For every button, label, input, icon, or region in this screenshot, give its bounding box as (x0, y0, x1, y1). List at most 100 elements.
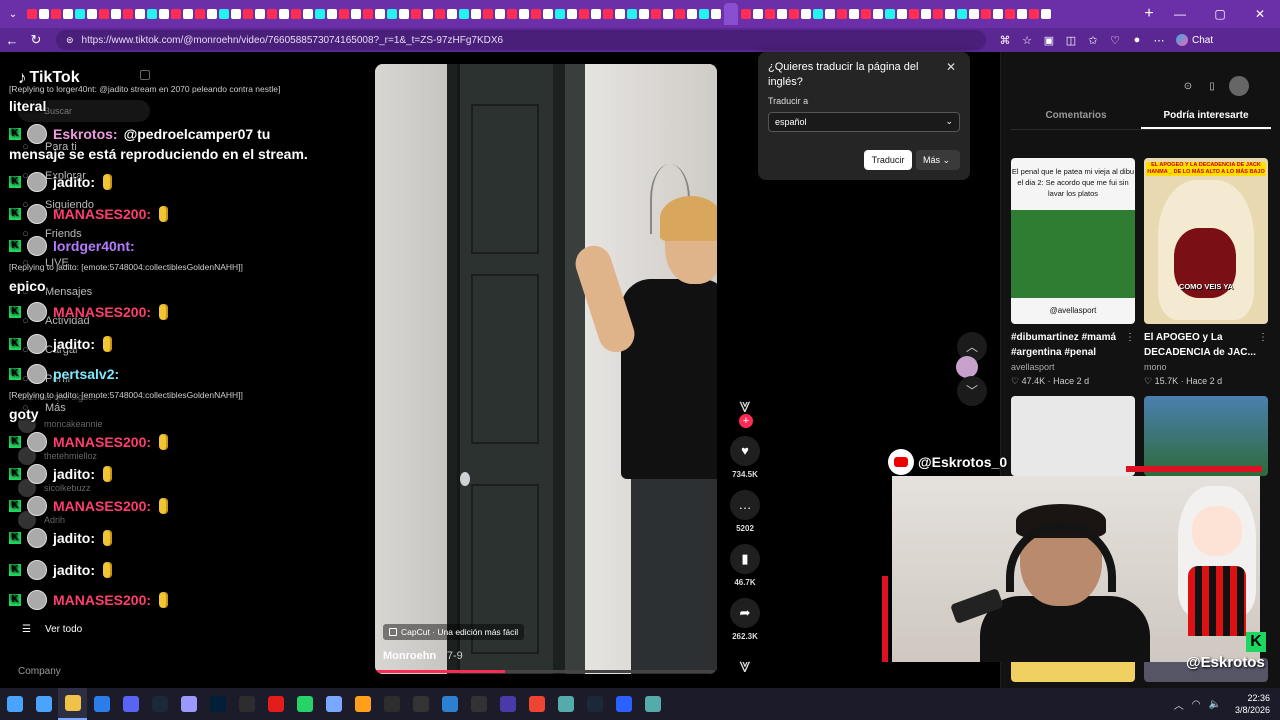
tab-favicon[interactable] (1005, 9, 1015, 19)
tab-favicon[interactable] (279, 9, 289, 19)
tab-favicon[interactable] (291, 9, 301, 19)
tab-comments[interactable]: Comentarios (1011, 104, 1141, 129)
tab-favicon[interactable] (675, 9, 685, 19)
tab-favicon[interactable] (663, 9, 673, 19)
taskbar-app[interactable] (87, 688, 116, 720)
tab-favicon[interactable] (1041, 9, 1051, 19)
taskbar-app[interactable] (116, 688, 145, 720)
tab-favicon[interactable] (399, 9, 409, 19)
tab-favicon[interactable] (591, 9, 601, 19)
back-button[interactable]: ← (0, 33, 24, 48)
tab-favicon[interactable] (957, 9, 967, 19)
tab-favicon[interactable] (849, 9, 859, 19)
video-player[interactable]: CapCut · Una edición más fácil Monroehn ·… (375, 64, 717, 674)
profile-icon[interactable]: ● (1126, 34, 1148, 46)
more-dots-icon[interactable]: ⋮ (1258, 332, 1268, 343)
coin-icon[interactable]: ⊙ (1181, 81, 1195, 92)
tab-favicon[interactable] (813, 9, 823, 19)
taskbar-app[interactable] (406, 688, 435, 720)
translate-button[interactable]: Traducir (864, 150, 912, 170)
volume-icon[interactable]: 🔈 (1209, 699, 1221, 710)
more-dots-icon[interactable]: ⋮ (1125, 332, 1135, 343)
tab-favicon[interactable] (27, 9, 37, 19)
creator-avatar[interactable]: ⩔ + (730, 392, 760, 428)
tab-favicon[interactable] (981, 9, 991, 19)
company-link[interactable]: Company (18, 666, 61, 677)
tab-favicon[interactable] (777, 9, 787, 19)
follow-plus-icon[interactable]: + (739, 414, 753, 428)
tab-favicon[interactable] (495, 9, 505, 19)
tab-favicon[interactable] (471, 9, 481, 19)
tab-favicon[interactable] (567, 9, 577, 19)
capcut-tag[interactable]: CapCut · Una edición más fácil (383, 624, 525, 640)
tab-favicon[interactable] (423, 9, 433, 19)
tab-favicon[interactable] (507, 9, 517, 19)
tab-recommended[interactable]: Podría interesarte (1141, 104, 1271, 129)
tab-favicon[interactable] (555, 9, 565, 19)
tab-favicon[interactable] (327, 9, 337, 19)
tab-favicon[interactable] (711, 9, 721, 19)
tab-favicon[interactable] (753, 9, 763, 19)
tab-favicon[interactable] (231, 9, 241, 19)
collections-icon[interactable]: ♡ (1104, 34, 1126, 47)
tab-favicon[interactable] (861, 9, 871, 19)
taskbar-app[interactable] (522, 688, 551, 720)
minimize-button[interactable]: — (1160, 0, 1200, 28)
active-tab[interactable] (724, 3, 738, 25)
taskbar-app[interactable] (435, 688, 464, 720)
next-video-button[interactable]: ﹀ (957, 376, 987, 406)
tab-favicon[interactable] (243, 9, 253, 19)
address-bar[interactable]: ⊜ https://www.tiktok.com/@monroehn/video… (56, 30, 986, 50)
taskbar-app[interactable] (377, 688, 406, 720)
tab-favicon[interactable] (75, 9, 85, 19)
card-thumbnail[interactable]: EL APOGEO Y LA DECADENCIA DE JACK HANMA … (1144, 158, 1268, 324)
tab-favicon[interactable] (885, 9, 895, 19)
tab-favicon[interactable] (171, 9, 181, 19)
share-button[interactable]: ➦ (730, 598, 760, 628)
extension-icon[interactable]: ▣ (1038, 34, 1060, 47)
tab-favicon[interactable] (147, 9, 157, 19)
taskbar-app[interactable] (232, 688, 261, 720)
tab-favicon[interactable] (909, 9, 919, 19)
taskbar-app[interactable] (290, 688, 319, 720)
phone-icon[interactable]: ▯ (1205, 81, 1219, 92)
tab-favicon[interactable] (63, 9, 73, 19)
taskbar-app[interactable] (203, 688, 232, 720)
start-button[interactable] (0, 688, 29, 720)
like-button[interactable]: ♥ (730, 436, 760, 466)
taskbar-app[interactable] (348, 688, 377, 720)
save-button[interactable]: ▮ (730, 544, 760, 574)
tab-favicon[interactable] (945, 9, 955, 19)
tab-favicon[interactable] (339, 9, 349, 19)
tab-favicon[interactable] (801, 9, 811, 19)
tab-favicon[interactable] (699, 9, 709, 19)
tab-favicon[interactable] (897, 9, 907, 19)
tab-favicon[interactable] (159, 9, 169, 19)
sound-disc-icon[interactable]: ⩔ (730, 652, 760, 682)
video-author[interactable]: Monroehn · 7-9 (383, 650, 463, 662)
tab-favicon[interactable] (615, 9, 625, 19)
tab-favicon[interactable] (39, 9, 49, 19)
card-author[interactable]: avellasport (1011, 362, 1135, 372)
tab-favicon[interactable] (51, 9, 61, 19)
tab-favicon[interactable] (459, 9, 469, 19)
network-icon[interactable]: ◠ (1192, 699, 1201, 710)
tab-favicon[interactable] (993, 9, 1003, 19)
tab-favicon[interactable] (183, 9, 193, 19)
tab-favicon[interactable] (969, 9, 979, 19)
tab-favicon[interactable] (363, 9, 373, 19)
tab-favicon[interactable] (111, 9, 121, 19)
taskbar-app[interactable] (174, 688, 203, 720)
tab-favicon[interactable] (765, 9, 775, 19)
taskbar-app[interactable] (58, 688, 87, 720)
tab-favicon[interactable] (1029, 9, 1039, 19)
split-icon[interactable]: ◫ (1060, 34, 1082, 47)
tab-favicon[interactable] (933, 9, 943, 19)
language-select[interactable]: español ⌄ (768, 112, 960, 132)
tab-favicon[interactable] (687, 9, 697, 19)
tab-favicon[interactable] (1017, 9, 1027, 19)
tab-favicon[interactable] (651, 9, 661, 19)
tab-favicon[interactable] (741, 9, 751, 19)
tab-favicon[interactable] (135, 9, 145, 19)
star-icon[interactable]: ☆ (1016, 34, 1038, 47)
